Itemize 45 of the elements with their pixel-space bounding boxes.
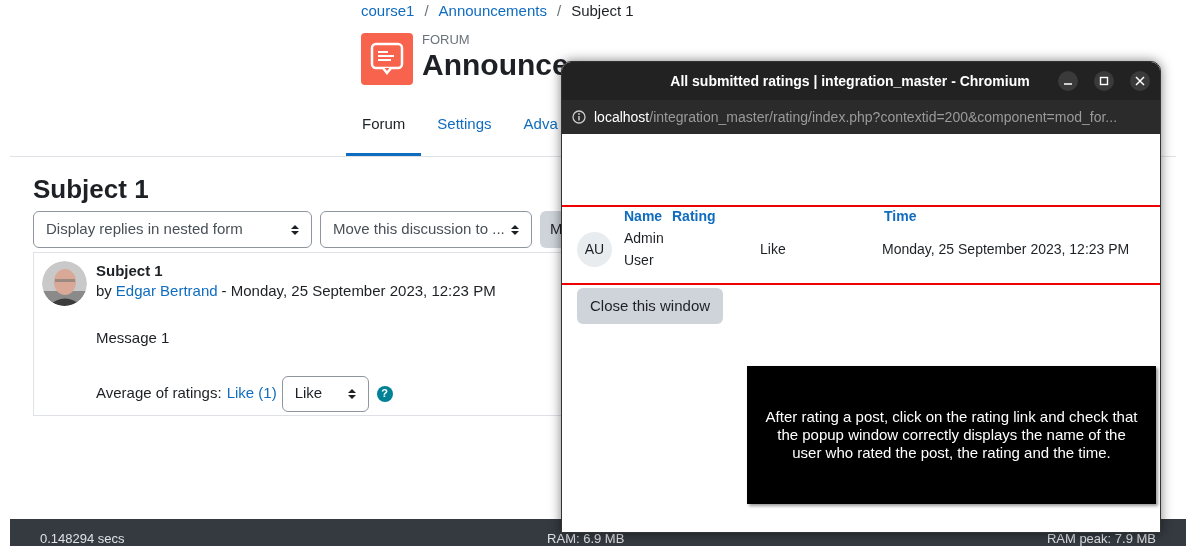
activity-type: FORUM [422, 33, 471, 47]
forum-icon [361, 33, 413, 85]
nav-tab[interactable]: Settings [421, 105, 508, 156]
post-date: - Monday, 25 September 2023, 12:23 PM [221, 281, 496, 301]
address-bar[interactable]: localhost/integration_master/rating/index.php?contextid=200&component=mod_for... [562, 100, 1160, 134]
rating-select[interactable]: Like [281, 375, 369, 412]
by-label: by [96, 281, 112, 301]
breadcrumb-separator: / [556, 1, 562, 22]
minimize-icon[interactable] [1058, 71, 1078, 91]
discussion-title: Subject 1 [33, 174, 150, 204]
nav-tab[interactable]: Forum [346, 105, 422, 156]
rating-value: Like [760, 239, 787, 259]
ratings-link[interactable]: Like (1) [226, 382, 277, 405]
ratings-label: Average of ratings: [96, 383, 222, 404]
breadcrumb-current: Subject 1 [571, 1, 634, 22]
select-caret-icon [511, 223, 519, 236]
breadcrumb-link[interactable]: Announcements [438, 0, 547, 23]
close-window-button[interactable]: Close this window [577, 288, 724, 324]
help-icon[interactable]: ? [376, 385, 393, 402]
url-path: /integration_master/rating/index.php?contextid=200&component=mod_for... [649, 107, 1117, 127]
close-icon[interactable] [1130, 71, 1150, 91]
select-caret-icon [291, 223, 299, 236]
footer-stat: 0.148294 secs [40, 532, 125, 546]
instruction-note: After rating a post, click on the rating link and check that the popup window correctly displays the name of the user who rated the post, the rating and the time. [747, 366, 1156, 504]
maximize-icon[interactable] [1094, 71, 1114, 91]
url-host: localhost [594, 107, 650, 127]
post-subject: Subject 1 [96, 261, 164, 280]
select-caret-icon [347, 387, 356, 400]
move-discussion-select[interactable]: Move this discussion to ... [320, 211, 532, 248]
post-message: Message 1 [96, 328, 171, 348]
breadcrumb-separator: / [424, 1, 429, 22]
display-mode-select[interactable]: Display replies in nested form [33, 211, 312, 248]
window-title: All submitted ratings | integration_master - Chromium [669, 71, 1031, 91]
user-name: Admin User [624, 229, 665, 270]
column-header[interactable]: Time [884, 208, 917, 224]
footer-stat: RAM: 6.9 MB [547, 532, 625, 546]
rating-time: Monday, 25 September 2023, 12:23 PM [882, 239, 1130, 259]
column-header[interactable]: Name [624, 208, 663, 224]
breadcrumb-link[interactable]: course1 [361, 0, 415, 23]
activity-title: Announce [422, 47, 569, 83]
footer-stat: RAM peak: 7.9 MB [1046, 532, 1156, 546]
column-header[interactable]: Rating [672, 208, 716, 224]
info-icon[interactable] [572, 110, 586, 124]
author-link[interactable]: Edgar Bertrand [115, 280, 218, 302]
user-avatar: AU [577, 231, 612, 267]
